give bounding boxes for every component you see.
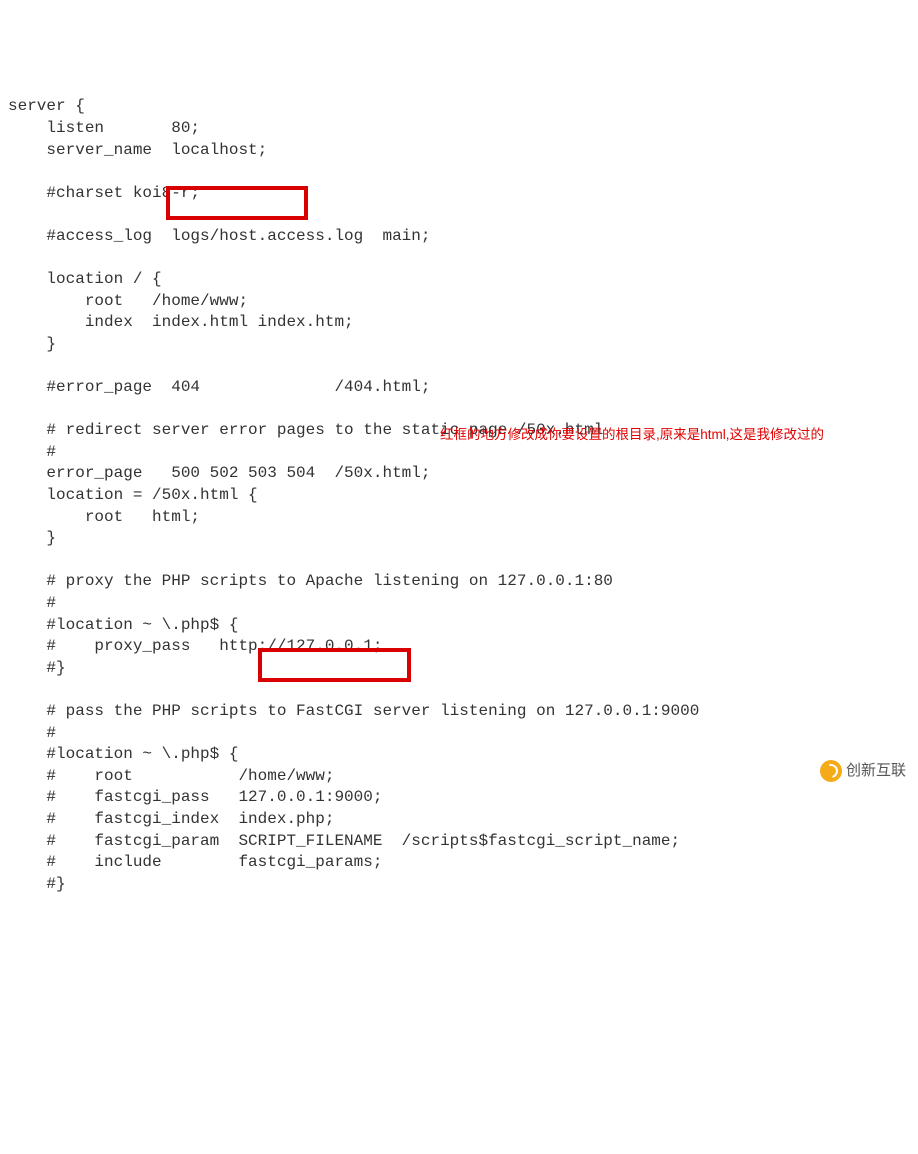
watermark-icon [820,760,842,782]
highlight-box-root-2 [258,648,411,682]
watermark-label: 创新互联 [846,761,906,781]
nginx-config-code: server { listen 80; server_name localhos… [8,96,910,895]
watermark: 创新互联 [820,760,906,782]
highlight-box-root-1 [166,186,308,220]
annotation-text: 红框的地方修改成你要设置的根目录,原来是html,这是我修改过的 [440,426,824,444]
